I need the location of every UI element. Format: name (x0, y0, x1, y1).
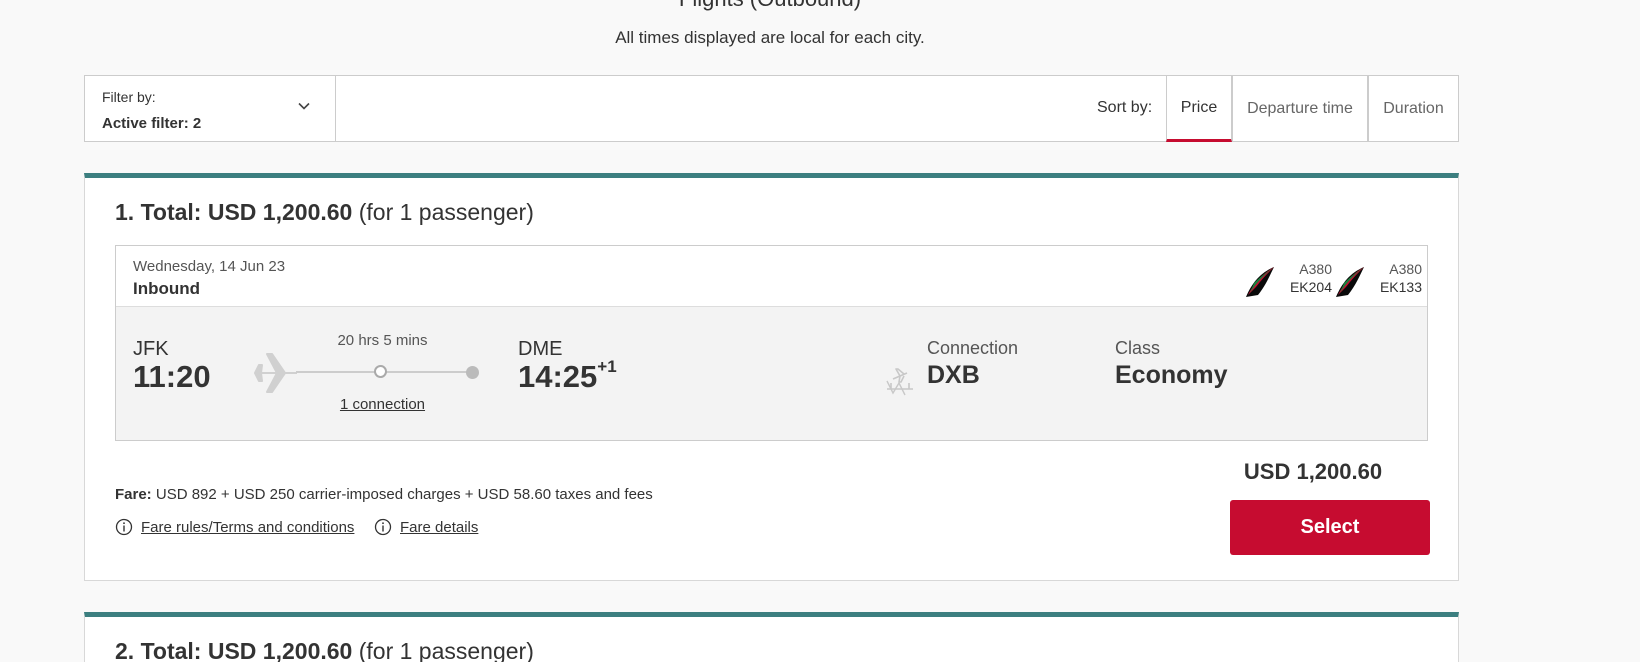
result-total: Total: USD 1,200.60 (140, 638, 353, 662)
filter-label: Filter by: (102, 89, 156, 105)
active-filter-count: Active filter: 2 (102, 115, 202, 132)
destination-airport-code: DME (518, 338, 563, 360)
sort-tab-duration[interactable]: Duration (1368, 75, 1459, 142)
flight-date: Wednesday, 14 Jun 23 (133, 258, 286, 275)
connection-airport: DXB (927, 361, 980, 389)
fare-rules-link[interactable]: Fare rules/Terms and conditions (115, 518, 354, 536)
day-offset: +1 (597, 356, 617, 376)
result-index: 2. (115, 638, 135, 662)
airline-badge-ek204: A380 EK204 (1242, 259, 1332, 299)
airline-tail-icon (1246, 267, 1274, 297)
chevron-down-icon (298, 102, 310, 110)
sort-tab-price[interactable]: Price (1166, 75, 1232, 142)
origin-airport-code: JFK (133, 338, 169, 360)
aircraft-type: A380 (1389, 261, 1422, 277)
passenger-count: (for 1 passenger) (358, 638, 534, 662)
flight-result-card: 1. Total: USD 1,200.60 (for 1 passenger)… (84, 173, 1459, 581)
arrival-time: 14:25 (518, 359, 598, 394)
result-total: Total: USD 1,200.60 (140, 199, 353, 225)
result-index: 1. (115, 199, 135, 225)
flight-duration: 20 hrs 5 mins (337, 332, 428, 349)
info-icon (115, 518, 133, 536)
fare-details-link[interactable]: Fare details (374, 518, 478, 536)
flight-segment-header: Wednesday, 14 Jun 23 Inbound A380 EK204 … (116, 246, 1427, 307)
connections-link[interactable]: 1 connection (296, 396, 469, 413)
passenger-count: (for 1 passenger) (358, 199, 534, 225)
sort-tab-departure-time[interactable]: Departure time (1232, 75, 1368, 142)
stop-marker (374, 365, 387, 378)
flight-number: EK204 (1289, 279, 1332, 295)
connection-icon (886, 368, 913, 396)
filter-sort-toolbar: Filter by: Active filter: 2 Sort by: Pri… (84, 75, 1459, 142)
filter-dropdown[interactable]: Filter by: Active filter: 2 (85, 76, 336, 141)
aircraft-type: A380 (1299, 261, 1332, 277)
fare-details-label: Fare details (400, 518, 479, 536)
flight-number: EK133 (1379, 279, 1422, 295)
arrival-time-wrap: 14:25+1 (518, 356, 617, 395)
result-total-title: 2. Total: USD 1,200.60 (for 1 passenger) (115, 638, 534, 662)
page-heading-partial: Flights (Outbound) (0, 0, 1540, 12)
class-label: Class (1115, 338, 1161, 358)
fare-rules-label: Fare rules/Terms and conditions (141, 518, 355, 536)
airplane-icon (254, 353, 297, 393)
local-times-note: All times displayed are local for each c… (615, 28, 925, 47)
result-total-title: 1. Total: USD 1,200.60 (for 1 passenger) (115, 199, 534, 226)
select-flight-button[interactable]: Select (1230, 500, 1430, 555)
total-price: USD 1,200.60 (1243, 459, 1383, 484)
fare-breakdown-text: USD 892 + USD 250 carrier-imposed charge… (155, 486, 653, 503)
info-icon (374, 518, 392, 536)
flight-direction: Inbound (133, 279, 201, 298)
connection-label: Connection (927, 338, 1019, 358)
cabin-class: Economy (1115, 361, 1228, 389)
flight-result-card: 2. Total: USD 1,200.60 (for 1 passenger) (84, 612, 1459, 662)
fare-label: Fare: (115, 486, 152, 503)
flight-segment-box: Wednesday, 14 Jun 23 Inbound A380 EK204 … (115, 245, 1428, 441)
fare-breakdown: Fare: USD 892 + USD 250 carrier-imposed … (115, 486, 653, 503)
airline-badge-ek133: A380 EK133 (1332, 259, 1422, 299)
airline-tail-icon (1336, 267, 1364, 297)
departure-time: 11:20 (133, 359, 211, 394)
sort-label: Sort by: (1097, 99, 1153, 116)
destination-marker (466, 366, 479, 379)
